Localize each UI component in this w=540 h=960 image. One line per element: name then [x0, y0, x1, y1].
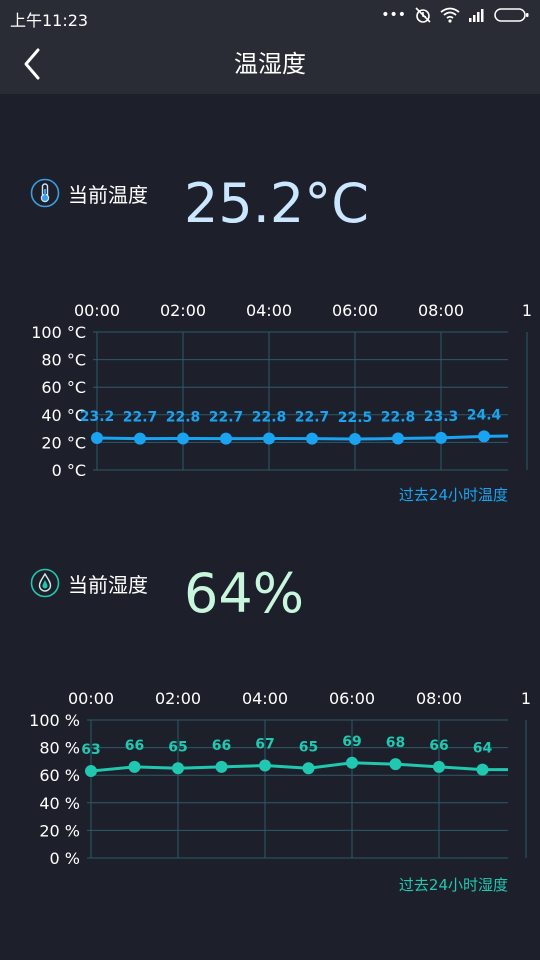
humidity-data-label: 66 [429, 738, 448, 754]
temperature-data-label: 24.4 [467, 407, 502, 423]
temperature-data-label: 22.8 [252, 410, 287, 426]
humidity-data-point [476, 763, 489, 776]
humidity-label: 当前湿度 [68, 572, 148, 597]
alarm-off-icon [415, 7, 431, 23]
humidity-y-tick-label: 20 % [39, 821, 80, 840]
temperature-data-label: 22.7 [123, 410, 158, 426]
temperature-y-tick-label: 20 °C [41, 433, 86, 452]
humidity-x-tick-label: 04:00 [242, 689, 288, 708]
temperature-data-label: 22.8 [381, 410, 416, 426]
temperature-y-tick-label: 80 °C [41, 351, 86, 370]
thermometer-icon [30, 178, 60, 208]
humidity-data-label: 63 [81, 742, 100, 758]
temperature-x-tick-label: 1 [522, 301, 532, 320]
temperature-x-tick-label: 08:00 [418, 301, 464, 320]
humidity-data-label: 69 [342, 734, 361, 750]
temperature-y-tick-label: 0 °C [52, 461, 86, 480]
temperature-data-point [435, 431, 447, 444]
humidity-chart: 100 % 80 % 60 % 40 % 20 % 0 % 00:00 02:00 04:00 0… [0, 684, 540, 874]
temperature-data-point [349, 432, 361, 445]
temperature-data-point [177, 432, 189, 445]
humidity-x-tick-label: 06:00 [329, 689, 375, 708]
temperature-data-point [478, 430, 490, 443]
temperature-x-tick-label: 00:00 [74, 301, 120, 320]
page-title: 温湿度 [234, 50, 306, 78]
humidity-data-point [302, 762, 315, 775]
humidity-data-point [172, 762, 184, 775]
temperature-label: 当前温度 [68, 182, 148, 207]
temperature-data-label: 22.8 [166, 410, 201, 426]
more-dots-icon: ••• [381, 7, 406, 23]
humidity-data-label: 64 [473, 741, 493, 757]
status-bar: 上午11:23 ••• [0, 0, 540, 34]
humidity-data-label: 65 [299, 739, 318, 755]
app-bar: 温湿度 [0, 34, 540, 94]
humidity-x-tick-label: 02:00 [155, 689, 201, 708]
temperature-data-point [263, 432, 275, 445]
temperature-chart-svg: 100 °C80 °C60 °C40 °C20 °C0 °C00:00 02:00… [31, 301, 532, 480]
humidity-data-label: 65 [168, 739, 187, 755]
humidity-y-tick-label: 0 % [50, 849, 80, 868]
temperature-data-label: 23.3 [424, 409, 459, 425]
humidity-caption: 过去24小时湿度 [398, 876, 508, 894]
status-icons: ••• [381, 6, 530, 24]
signal-icon [469, 9, 484, 22]
humidity-y-tick-label: 100 % [29, 711, 80, 730]
humidity-data-point [85, 765, 97, 778]
back-chevron-icon[interactable] [16, 46, 52, 82]
humidity-data-point [433, 760, 445, 773]
temperature-y-tick-label: 60 °C [41, 378, 86, 397]
temperature-x-tick-label: 04:00 [246, 301, 292, 320]
current-temperature: 当前温度 25.2°C [30, 172, 369, 235]
humidity-series-line [90, 761, 508, 773]
battery-icon [494, 8, 529, 22]
temperature-x-tick-label: 06:00 [332, 301, 378, 320]
temperature-chart: 100 °C 80 °C 60 °C 40 °C 20 °C 0 °C 00:00 02:00… [0, 296, 540, 486]
temperature-data-point [392, 432, 404, 445]
humidity-x-tick-label: 08:00 [416, 689, 462, 708]
humidity-x-tick-label: 00:00 [68, 689, 114, 708]
temperature-caption: 过去24小时温度 [398, 486, 508, 504]
humidity-data-point [215, 760, 228, 773]
water-drop-icon [30, 568, 60, 598]
humidity-value: 64% [184, 562, 305, 625]
humidity-y-tick-label: 80 % [39, 739, 80, 758]
humidity-data-point [389, 758, 402, 771]
humidity-data-point [128, 760, 141, 773]
humidity-y-tick-label: 40 % [39, 794, 80, 813]
temperature-data-label: 23.2 [80, 409, 115, 425]
humidity-x-tick-label: 1 [521, 689, 531, 708]
temperature-x-tick-label: 02:00 [160, 301, 206, 320]
temperature-value: 25.2°C [184, 172, 369, 235]
temperature-data-point [134, 432, 146, 445]
temperature-data-label: 22.5 [338, 410, 373, 426]
humidity-data-label: 66 [125, 738, 144, 754]
wifi-icon [440, 7, 460, 23]
humidity-data-point [259, 759, 271, 772]
humidity-chart-svg: 100 % 80 % 60 % 40 % 20 % 0 % 00:00 02:00 04:00 0… [29, 689, 531, 868]
status-time: 上午11:23 [10, 11, 89, 30]
temperature-data-label: 22.7 [209, 410, 244, 426]
humidity-data-label: 68 [386, 735, 405, 751]
humidity-data-point [346, 756, 358, 769]
humidity-data-label: 66 [212, 738, 231, 754]
temperature-data-point [91, 431, 103, 444]
temperature-y-tick-label: 100 °C [31, 323, 86, 342]
temperature-data-point [220, 432, 232, 445]
humidity-y-tick-label: 60 % [39, 766, 80, 785]
temperature-data-point [306, 432, 318, 445]
current-humidity: 当前湿度 64% [30, 562, 304, 625]
temperature-data-label: 22.7 [295, 410, 330, 426]
humidity-data-label: 67 [255, 737, 274, 753]
